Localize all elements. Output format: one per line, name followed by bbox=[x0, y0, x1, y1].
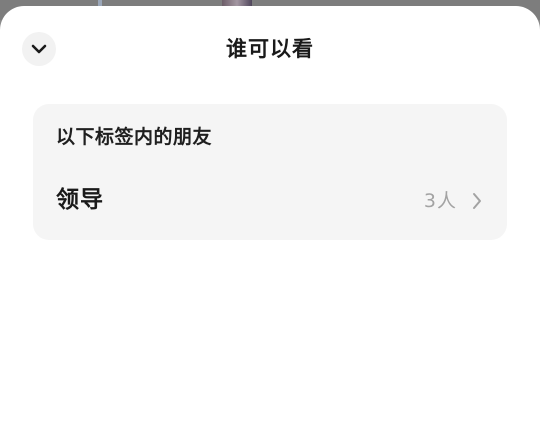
tag-row-leaders[interactable]: 领导 3人 bbox=[33, 176, 507, 226]
visibility-card: 以下标签内的朋友 领导 3人 bbox=[33, 104, 507, 240]
tag-member-count: 3人 bbox=[423, 190, 457, 212]
tag-name: 领导 bbox=[56, 187, 104, 213]
bottom-sheet: 谁可以看 以下标签内的朋友 领导 3人 bbox=[0, 6, 540, 427]
sheet-title: 谁可以看 bbox=[226, 37, 314, 61]
card-heading: 以下标签内的朋友 bbox=[56, 126, 213, 148]
chevron-right-icon bbox=[471, 191, 483, 211]
